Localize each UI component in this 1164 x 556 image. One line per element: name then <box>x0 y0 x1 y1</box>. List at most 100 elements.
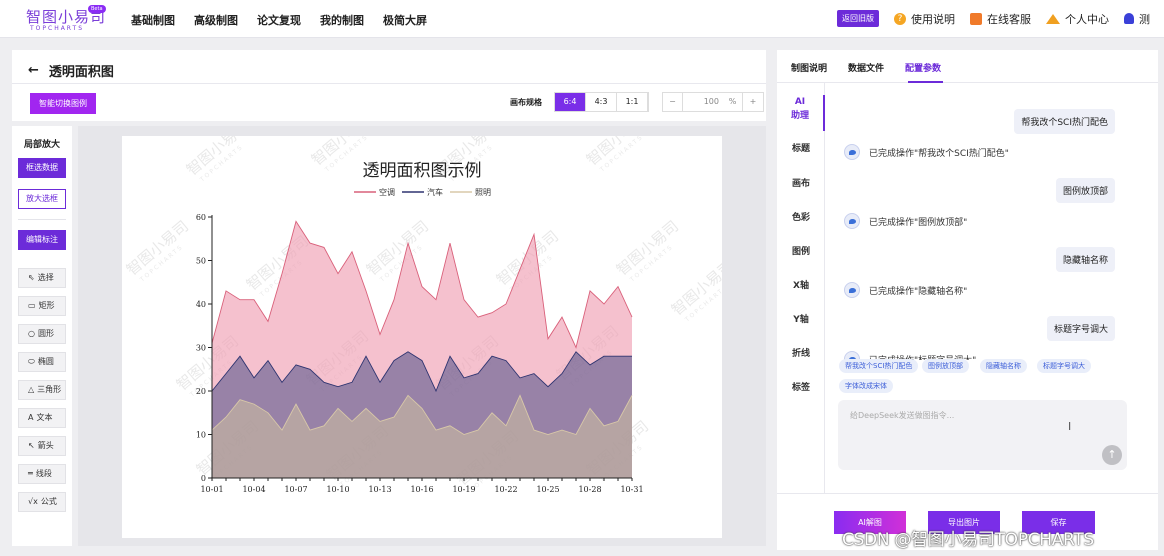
ratio-selector: 6:4 4:3 1:1 <box>554 92 649 112</box>
rectangle-icon: ▭ <box>28 301 36 310</box>
user-icon <box>1124 13 1134 24</box>
tool-label: 三角形 <box>37 385 62 394</box>
config-nav-item[interactable]: X轴 <box>777 278 825 291</box>
personal-link[interactable]: 个人中心 <box>1046 11 1109 27</box>
tool-label: 线段 <box>35 469 52 478</box>
nav-dashboard[interactable]: 极简大屏 <box>383 12 427 28</box>
nav-paper[interactable]: 论文复现 <box>257 12 301 28</box>
y-tick-label: 60 <box>196 213 206 222</box>
y-tick-label: 30 <box>196 344 206 353</box>
tool-cursor[interactable]: ⇖ 选择 <box>18 268 66 288</box>
tool-arrow[interactable]: ↖ 箭头 <box>18 436 66 456</box>
user-menu[interactable]: 测 <box>1124 11 1150 27</box>
suggestion-chip[interactable]: 标题字号调大 <box>1037 359 1091 373</box>
title-row: ← 透明面积图 <box>28 61 114 80</box>
config-nav: AI 助理标题画布色彩图例 X轴 Y轴折线标签 <box>777 83 825 493</box>
ratio-4-3[interactable]: 4:3 <box>586 93 617 111</box>
config-panel: 制图说明 数据文件 配置参数 AI 助理标题画布色彩图例 X轴 Y轴折线标签 帮我改… <box>777 50 1158 550</box>
tab-config[interactable]: 配置参数 <box>905 61 941 74</box>
formula-icon: √x <box>28 497 38 506</box>
tool-formula[interactable]: √x 公式 <box>18 492 66 512</box>
user-message: 帮我改个SCI热门配色 <box>1014 109 1115 134</box>
config-nav-item[interactable]: 标题 <box>777 141 825 154</box>
text-icon: A <box>28 413 34 422</box>
suggestion-chip[interactable]: 图例放顶部 <box>922 359 969 373</box>
zoom-value[interactable]: 100 <box>683 93 723 111</box>
canvas-area: 智图小易司 TOPCHARTS 智图小易司 TOPCHARTS 智图小易司 TOPCHAR… <box>78 107 766 546</box>
nav-my-charts[interactable]: 我的制图 <box>320 12 364 28</box>
suggestion-chip[interactable]: 隐藏轴名称 <box>980 359 1027 373</box>
help-icon: ? <box>894 12 906 25</box>
active-tab-indicator <box>908 81 943 83</box>
prompt-placeholder: 给DeepSeek发送做图指令... <box>850 411 955 420</box>
select-data-button[interactable]: 框选数据 <box>18 158 66 178</box>
tool-circle[interactable]: ○ 圆形 <box>18 324 66 344</box>
ratio-6-4[interactable]: 6:4 <box>555 93 586 111</box>
tool-label: 文本 <box>36 413 53 422</box>
nav-advanced[interactable]: 高级制图 <box>194 12 238 28</box>
user-message: 隐藏轴名称 <box>1055 247 1115 272</box>
csdn-watermark: CSDN @智图小易司TOPCHARTS <box>842 530 1094 550</box>
config-nav-item[interactable]: Y轴 <box>777 312 825 325</box>
x-tick-label: 10-01 <box>200 485 223 494</box>
y-tick-label: 10 <box>196 431 206 440</box>
ai-chat-history: 帮我改个SCI热门配色 已完成操作"帮我改个SCI热门配色" 图例放顶部 已完成操作"… <box>837 105 1127 360</box>
watermark: 智图小易司TOPCHARTS <box>183 117 252 184</box>
assistant-message: 已完成操作"隐藏轴名称" <box>844 282 967 298</box>
chart-title: 透明面积图示例 <box>363 161 482 181</box>
suggestion-chip[interactable]: 帮我改个SCI热门配色 <box>839 359 919 373</box>
tool-label: 矩形 <box>38 301 55 310</box>
zoom-minus-button[interactable]: − <box>663 93 683 111</box>
text-cursor-icon: I <box>1068 420 1072 433</box>
y-tick-label: 40 <box>196 300 206 309</box>
edit-annotation-button[interactable]: 编辑标注 <box>18 230 66 250</box>
tool-ellipse[interactable]: ⬭ 椭圆 <box>18 352 66 372</box>
watermark-text: 智图小易司 <box>183 136 252 179</box>
tool-rectangle[interactable]: ▭ 矩形 <box>18 296 66 316</box>
send-button[interactable]: ↑ <box>1102 445 1122 465</box>
prompt-input[interactable]: 给DeepSeek发送做图指令... I ↑ <box>838 400 1127 470</box>
done-message-text: 已完成操作"隐藏轴名称" <box>869 286 968 297</box>
x-tick-label: 10-10 <box>326 485 349 494</box>
suggestion-chip[interactable]: 字体改成宋体 <box>839 379 893 393</box>
config-nav-item[interactable]: 标签 <box>777 380 825 393</box>
tool-triangle[interactable]: △ 三角形 <box>18 380 66 400</box>
annotation-toolbar: 局部放大 框选数据 放大选框 编辑标注 ⇖ 选择 ▭ 矩形 ○ 圆形 ⬭ 椭圆 △ 三角形 A 文本 ↖… <box>12 126 72 546</box>
y-tick-label: 0 <box>201 474 206 483</box>
tool-label: 箭头 <box>37 441 54 450</box>
line-icon: ═ <box>28 469 33 478</box>
chart-canvas[interactable]: 智图小易司 TOPCHARTS 智图小易司 TOPCHARTS 智图小易司 TOPCHAR… <box>122 107 737 538</box>
beta-badge: Beta <box>88 5 106 13</box>
tool-line[interactable]: ═ 线段 <box>18 464 66 484</box>
tab-data-file[interactable]: 数据文件 <box>848 61 884 74</box>
config-nav-item[interactable]: 图例 <box>777 244 825 257</box>
x-tick-label: 10-19 <box>452 485 475 494</box>
config-nav-item[interactable]: 画布 <box>777 176 825 189</box>
help-label: 使用说明 <box>911 12 955 26</box>
watermark: 智图小易司TOPCHARTS <box>668 257 737 324</box>
smart-switch-legend-button[interactable]: 智能切换图例 <box>30 93 96 114</box>
back-arrow-icon[interactable]: ← <box>28 63 39 78</box>
x-tick-label: 10-16 <box>410 485 433 494</box>
help-link[interactable]: ? 使用说明 <box>894 11 955 27</box>
tool-label: 椭圆 <box>37 357 54 366</box>
personal-label: 个人中心 <box>1065 12 1109 26</box>
nav-basic[interactable]: 基础制图 <box>131 12 175 28</box>
zoom-select-button[interactable]: 放大选框 <box>18 189 66 209</box>
config-nav-item[interactable]: 折线 <box>777 346 825 359</box>
divider <box>18 219 66 220</box>
service-label: 在线客服 <box>987 12 1031 26</box>
ratio-1-1[interactable]: 1:1 <box>617 93 648 111</box>
logo[interactable]: 智图小易司 Beta TOPCHARTS <box>26 5 106 34</box>
user-name: 测 <box>1139 12 1150 26</box>
old-version-button[interactable]: 返回旧版 <box>837 10 879 27</box>
service-link[interactable]: 在线客服 <box>970 11 1031 27</box>
x-tick-label: 10-04 <box>242 485 265 494</box>
tab-chart-guide[interactable]: 制图说明 <box>791 61 827 74</box>
zoom-plus-button[interactable]: + <box>743 93 763 111</box>
arrow-icon: ↖ <box>28 441 35 450</box>
config-nav-item[interactable]: AI 助理 <box>777 95 825 131</box>
tool-text[interactable]: A 文本 <box>18 408 66 428</box>
triangle-icon: △ <box>28 385 35 394</box>
config-nav-item[interactable]: 色彩 <box>777 210 825 223</box>
